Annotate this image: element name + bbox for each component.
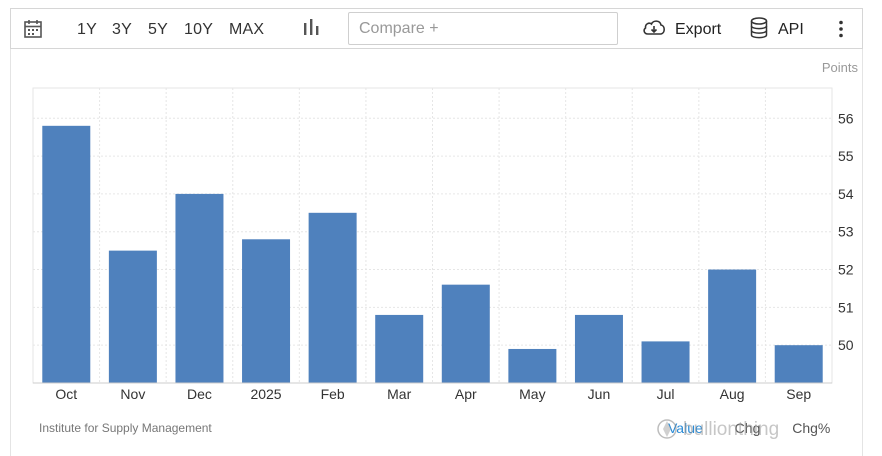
y-tick-label: 50 xyxy=(838,337,854,353)
bar-aug xyxy=(708,269,757,383)
y-tick-label: 52 xyxy=(838,262,854,278)
bar-mar xyxy=(375,314,424,383)
bar-chart: 50 51 52 53 54 55 56 Oct Nov Dec 2025 Feb Mar Apr May J… xyxy=(32,87,854,402)
bar-apr xyxy=(441,284,490,383)
x-tick-label: Dec xyxy=(187,386,212,402)
bar-sep xyxy=(774,345,823,383)
x-tick-label: Mar xyxy=(387,386,411,402)
bar-dec xyxy=(175,193,224,383)
x-tick-label: Jun xyxy=(588,386,611,402)
x-tick-label: Aug xyxy=(720,386,745,402)
watermark-text: bullionthing xyxy=(683,419,779,440)
y-tick-label: 55 xyxy=(838,148,854,164)
x-tick-label: Nov xyxy=(120,386,145,402)
bar-jul xyxy=(641,341,690,383)
x-tick-label: May xyxy=(519,386,545,402)
x-tick-label: Sep xyxy=(786,386,811,402)
bar-may xyxy=(508,348,557,383)
bar-feb xyxy=(308,212,357,383)
bar-oct xyxy=(42,125,91,384)
bar-jun xyxy=(574,314,623,383)
y-tick-label: 56 xyxy=(838,110,854,126)
y-tick-label: 51 xyxy=(838,299,854,315)
bar-nov xyxy=(108,250,157,383)
y-tick-label: 53 xyxy=(838,224,854,240)
watermark-logo: bullionthing xyxy=(657,419,779,440)
x-tick-label: Apr xyxy=(455,386,477,402)
x-tick-label: Feb xyxy=(321,386,345,402)
bar-2025 xyxy=(242,239,291,383)
source-label: Institute for Supply Management xyxy=(39,421,212,435)
y-tick-label: 54 xyxy=(838,186,854,202)
x-tick-label: 2025 xyxy=(250,386,281,402)
x-tick-label: Jul xyxy=(657,386,675,402)
x-tick-label: Oct xyxy=(55,386,77,402)
